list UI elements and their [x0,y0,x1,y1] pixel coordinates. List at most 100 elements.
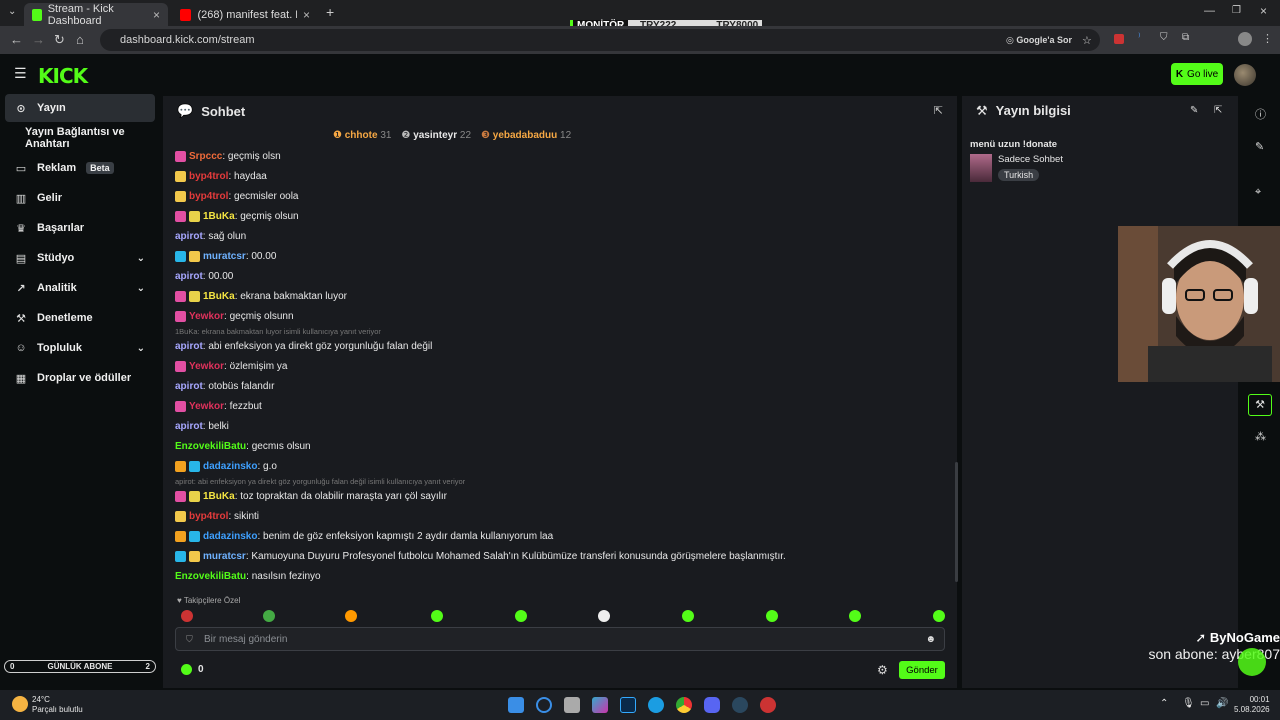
edit-pencil-icon[interactable]: ✎ [1190,105,1198,116]
chat-username[interactable]: EnzovekiliBatu [175,571,246,582]
minimize-icon[interactable]: — [1204,5,1215,17]
chat-message[interactable]: apirot: abi enfeksiyon ya direkt göz yor… [175,336,945,356]
profile-icon[interactable] [1238,32,1252,46]
close-tab-icon[interactable]: × [303,8,310,22]
maximize-icon[interactable]: ❐ [1232,5,1241,16]
windows-start-icon[interactable] [508,697,524,713]
chat-message[interactable]: dadazinsko: g.o [175,456,945,476]
popout-info-icon[interactable]: ⇱ [1214,105,1222,116]
chat-message[interactable]: byp4trol: sikinti [175,506,945,526]
system-clock[interactable]: 00:01 5.08.2026 [1234,695,1270,715]
volume-icon[interactable]: 🔊 [1216,698,1228,709]
chat-settings-gear-icon[interactable]: ⚙ [877,663,888,677]
info-icon[interactable]: ⓘ [1255,106,1266,122]
sidebar-item-basarilar[interactable]: ♛ Başarılar [5,214,155,242]
share-icon[interactable]: ⁂ [1255,430,1266,443]
emote-icon[interactable] [933,610,945,622]
task-view-icon[interactable] [564,697,580,713]
emote-icon[interactable] [515,610,527,622]
chat-username[interactable]: apirot [175,421,203,432]
chat-message[interactable]: apirot: belki [175,416,945,436]
hamburger-menu-icon[interactable]: ☰ [14,65,27,82]
emote-icon[interactable] [766,610,778,622]
new-tab-icon[interactable]: + [326,4,334,20]
google-lens-button[interactable]: ◎ Google'a Sor [1006,35,1072,46]
bookmark-star-icon[interactable]: ☆ [1082,34,1092,47]
chrome-icon[interactable] [676,697,692,713]
chat-username[interactable]: Srpccc [189,151,222,162]
chat-message[interactable]: Yewkor: özlemişim ya [175,356,945,376]
close-window-icon[interactable]: × [1260,4,1267,18]
emote-icon[interactable] [682,610,694,622]
chat-username[interactable]: EnzovekiliBatu [175,441,246,452]
close-tab-icon[interactable]: × [153,8,160,22]
chat-username[interactable]: apirot [175,231,203,242]
emote-icon[interactable] [849,610,861,622]
pencil-icon[interactable]: ✎ [1255,140,1264,153]
focus-icon[interactable]: ⌖ [1255,186,1261,199]
copilot-icon[interactable] [592,697,608,713]
sidebar-item-studyo[interactable]: ▤ Stüdyo ⌄ [5,244,155,272]
weather-widget[interactable]: 24°C Parçalı bulutlu [32,695,83,715]
chat-username[interactable]: Yewkor [189,311,224,322]
extension-icon[interactable]: ⁾ [1138,32,1140,43]
shield-extension-icon[interactable]: ⛉ [1160,32,1168,43]
chat-message[interactable]: apirot: sağ olun [175,226,945,246]
emote-icon[interactable] [598,610,610,622]
tab-youtube[interactable]: (268) manifest feat. Pango - Ze × [172,3,318,26]
kick-logo[interactable]: KICK [38,64,88,88]
chat-message[interactable]: muratcsr: Kamuoyuna Duyuru Profesyonel f… [175,546,945,566]
chat-message[interactable]: EnzovekiliBatu: gecmıs olsun [175,436,945,456]
chat-message[interactable]: dadazinsko: benim de göz enfeksiyon kapm… [175,526,945,546]
chat-username[interactable]: byp4trol [189,511,228,522]
emote-icon[interactable] [181,610,193,622]
chat-username[interactable]: apirot [175,381,203,392]
chat-message[interactable]: EnzovekiliBatu: nasılsın fezinyo [175,566,945,586]
chat-message[interactable]: byp4trol: gecmisler oola [175,186,945,206]
sidebar-item-denetleme[interactable]: ⚒ Denetleme [5,304,155,332]
chat-username[interactable]: dadazinsko [203,461,257,472]
chat-message[interactable]: Srpccc: geçmiş olsn [175,146,945,166]
extension-icon[interactable] [1114,34,1124,44]
avatar[interactable] [1234,64,1256,86]
sidebar-item-baglanti[interactable]: Yayın Bağlantısı ve Anahtarı [15,124,165,152]
chat-input[interactable]: ⛉ Bir mesaj gönderin ☻ [175,627,945,651]
chat-username[interactable]: 1BuKa [203,211,235,222]
chat-scrollbar[interactable] [955,462,958,582]
chat-username[interactable]: muratcsr [203,251,246,262]
chat-message[interactable]: apirot: 00.00 [175,266,945,286]
sidebar-item-droplar[interactable]: ▦ Droplar ve ödüller [5,364,155,392]
forward-icon[interactable]: → [32,32,45,47]
chat-username[interactable]: apirot [175,271,203,282]
emote-icon[interactable] [263,610,275,622]
microphone-icon[interactable]: 🎙 [1182,698,1195,709]
sidebar-item-topluluk[interactable]: ☺ Topluluk ⌄ [5,334,155,362]
chat-username[interactable]: apirot [175,341,203,352]
gifter-entry[interactable]: ❸ yebadabaduu 12 [481,130,571,141]
reload-icon[interactable]: ↻ [54,32,65,48]
chat-message[interactable]: Yewkor: fezzbut [175,396,945,416]
discord-icon[interactable] [704,697,720,713]
tray-chevron-icon[interactable]: ⌃ [1160,698,1168,709]
chat-message[interactable]: apirot: otobüs falandır [175,376,945,396]
chat-username[interactable]: Yewkor [189,401,224,412]
chat-username[interactable]: Yewkor [189,361,224,372]
puzzle-extension-icon[interactable]: ⧉ [1182,32,1189,43]
edge-icon[interactable] [648,697,664,713]
emoji-picker-icon[interactable]: ☻ [925,634,936,645]
popout-chat-icon[interactable]: ⇱ [934,104,943,117]
network-icon[interactable]: ▭ [1200,698,1209,709]
chat-username[interactable]: dadazinsko [203,531,257,542]
chat-username[interactable]: 1BuKa [203,491,235,502]
emote-icon[interactable] [431,610,443,622]
sidebar-item-gelir[interactable]: ▥ Gelir [5,184,155,212]
send-button[interactable]: Gönder [899,661,945,679]
app-icon[interactable] [760,697,776,713]
chat-message[interactable]: 1BuKa: ekrana bakmaktan luyor [175,286,945,306]
home-icon[interactable]: ⌂ [76,32,84,47]
kicks-counter[interactable]: 0 [181,664,204,675]
chat-username[interactable]: byp4trol [189,171,228,182]
chat-username[interactable]: byp4trol [189,191,228,202]
steam-icon[interactable] [732,697,748,713]
go-live-button[interactable]: K Go live [1171,63,1223,85]
